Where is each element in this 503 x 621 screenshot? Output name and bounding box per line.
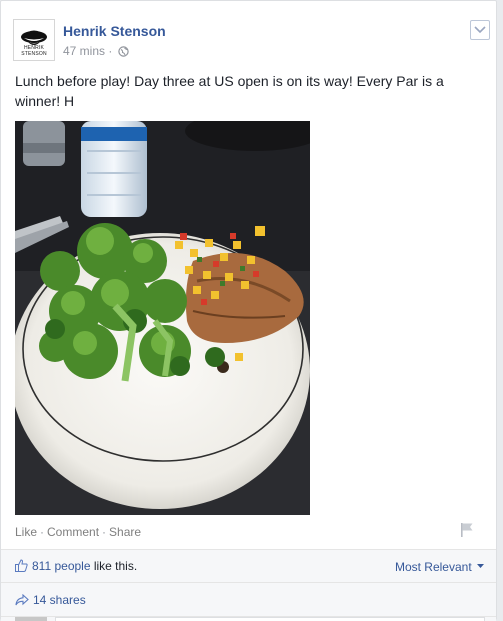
- action-separator: ·: [102, 525, 107, 539]
- post-meta: 47 mins ·: [63, 44, 129, 60]
- likes-suffix: like this.: [90, 559, 138, 573]
- comment-input[interactable]: [55, 617, 485, 621]
- share-arrow-icon: [15, 593, 29, 609]
- avatar[interactable]: HENRIK STENSON: [13, 19, 55, 61]
- likes-text: 811 people like this.: [15, 559, 137, 575]
- share-link[interactable]: Share: [109, 525, 141, 539]
- shares-summary: 14 shares: [1, 583, 496, 617]
- caret-down-icon: [475, 560, 484, 574]
- flag-icon[interactable]: [460, 522, 474, 543]
- post-time[interactable]: 47 mins: [63, 44, 105, 58]
- thumbs-up-icon: [15, 559, 28, 575]
- commenter-avatar: [15, 617, 47, 621]
- globe-icon: [118, 46, 129, 60]
- post-actions: Like · Comment · Share: [15, 525, 141, 539]
- likes-summary: 811 people like this. Most Relevant: [1, 549, 496, 583]
- post-card: HENRIK STENSON Henrik Stenson 47 mins · …: [0, 0, 497, 621]
- meta-separator: ·: [108, 44, 113, 58]
- shares-count: 14 shares: [33, 593, 86, 607]
- post-header: HENRIK STENSON Henrik Stenson 47 mins ·: [13, 17, 490, 61]
- shares-link[interactable]: 14 shares: [15, 593, 86, 609]
- likes-count-link[interactable]: 811 people: [32, 559, 91, 573]
- post-message: Lunch before play! Day three at US open …: [15, 73, 444, 109]
- action-separator: ·: [40, 525, 45, 539]
- post-photo[interactable]: [15, 121, 310, 515]
- like-link[interactable]: Like: [15, 525, 37, 539]
- sort-label: Most Relevant: [394, 560, 472, 574]
- avatar-logo-text: HENRIK STENSON: [21, 45, 47, 57]
- comment-link[interactable]: Comment: [47, 525, 99, 539]
- chevron-down-icon: [474, 21, 486, 39]
- author-name[interactable]: Henrik Stenson: [63, 23, 166, 39]
- sort-comments-dropdown[interactable]: Most Relevant: [395, 560, 484, 574]
- post-options-button[interactable]: [470, 20, 490, 40]
